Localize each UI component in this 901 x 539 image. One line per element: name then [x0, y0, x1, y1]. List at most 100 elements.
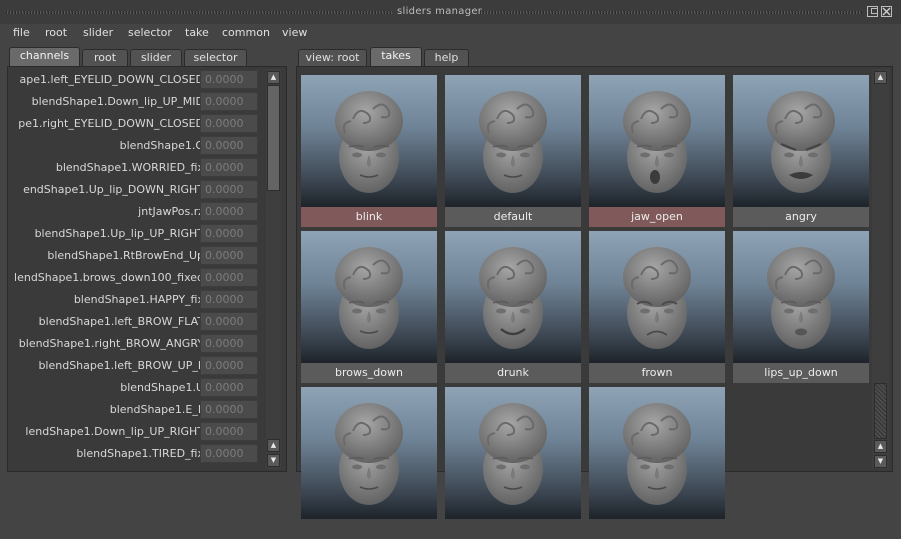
channel-name[interactable]: blendShape1.HAPPY_fix [74, 293, 204, 306]
take-thumbnail[interactable]: angry [733, 75, 869, 227]
take-thumbnail[interactable]: blink [301, 75, 437, 227]
channel-row[interactable]: blendShape1.RtBrowEnd_Up 0.0000 [8, 245, 266, 267]
triangle-down-icon[interactable]: ▼ [267, 454, 280, 467]
take-thumbnail[interactable]: frown [589, 231, 725, 383]
take-thumbnail[interactable] [301, 387, 437, 539]
channel-row[interactable]: blendShape1.E_L 0.0000 [8, 399, 266, 421]
take-preview-image[interactable] [445, 387, 581, 519]
take-thumbnail[interactable] [589, 387, 725, 539]
close-icon[interactable] [881, 6, 892, 17]
channel-name[interactable]: lendShape1.brows_down100_fixed [14, 271, 204, 284]
take-label[interactable]: angry [733, 207, 869, 227]
channel-value-field[interactable]: 0.0000 [200, 312, 258, 331]
channel-value-field[interactable]: 0.0000 [200, 422, 258, 441]
channels-scrollbar[interactable]: ▲ ▲ ▼ [266, 69, 281, 469]
channel-name[interactable]: jntJawPos.rz [138, 205, 204, 218]
menu-take[interactable]: take [185, 26, 209, 39]
tab-help[interactable]: help [424, 49, 469, 66]
channel-row[interactable]: blendShape1.HAPPY_fix 0.0000 [8, 289, 266, 311]
channel-value-field[interactable]: 0.0000 [200, 378, 258, 397]
channel-name[interactable]: blendShape1.right_BROW_ANGRY [19, 337, 204, 350]
channel-row[interactable]: jntJawPos.rz 0.0000 [8, 201, 266, 223]
take-preview-image[interactable] [733, 75, 869, 207]
tab-selector[interactable]: selector [184, 49, 247, 66]
channel-value-field[interactable]: 0.0000 [200, 70, 258, 89]
menu-file[interactable]: file [13, 26, 30, 39]
tab-slider[interactable]: slider [130, 49, 182, 66]
channel-row[interactable]: blendShape1.U 0.0000 [8, 377, 266, 399]
take-label[interactable]: lips_up_down [733, 363, 869, 383]
channel-row[interactable]: blendShape1.left_BROW_FLAT 0.0000 [8, 311, 266, 333]
take-preview-image[interactable] [733, 231, 869, 363]
menu-common[interactable]: common [222, 26, 270, 39]
take-thumbnail[interactable]: jaw_open [589, 75, 725, 227]
channel-value-field[interactable]: 0.0000 [200, 158, 258, 177]
channel-name[interactable]: blendShape1.TIRED_fix [76, 447, 204, 460]
tab-view-root[interactable]: view: root [298, 49, 367, 66]
triangle-up-icon[interactable]: ▲ [874, 71, 887, 84]
take-preview-image[interactable] [445, 231, 581, 363]
channel-row[interactable]: pe1.right_EYELID_DOWN_CLOSED 0.0000 [8, 113, 266, 135]
channel-name[interactable]: ape1.left_EYELID_DOWN_CLOSED [20, 73, 204, 86]
triangle-up-icon[interactable]: ▲ [267, 71, 280, 84]
channel-row[interactable]: endShape1.Up_lip_DOWN_RIGHT 0.0000 [8, 179, 266, 201]
channel-value-field[interactable]: 0.0000 [200, 136, 258, 155]
channel-value-field[interactable]: 0.0000 [200, 444, 258, 463]
channel-value-field[interactable]: 0.0000 [200, 180, 258, 199]
menu-view[interactable]: view [282, 26, 307, 39]
channel-name[interactable]: blendShape1.E_L [110, 403, 204, 416]
tab-takes[interactable]: takes [370, 47, 422, 66]
triangle-down-icon[interactable]: ▼ [874, 455, 887, 468]
channel-row[interactable]: blendShape1.Down_lip_UP_MID 0.0000 [8, 91, 266, 113]
channel-name[interactable]: blendShape1.U [120, 381, 204, 394]
channel-value-field[interactable]: 0.0000 [200, 114, 258, 133]
title-grip-right[interactable] [480, 11, 862, 14]
take-thumbnail[interactable]: drunk [445, 231, 581, 383]
take-preview-image[interactable] [301, 75, 437, 207]
restore-icon[interactable] [867, 6, 878, 17]
channel-value-field[interactable]: 0.0000 [200, 356, 258, 375]
take-thumbnail[interactable]: lips_up_down [733, 231, 869, 383]
title-grip-left[interactable] [6, 11, 392, 14]
channel-value-field[interactable]: 0.0000 [200, 334, 258, 353]
take-preview-image[interactable] [445, 75, 581, 207]
take-label[interactable]: drunk [445, 363, 581, 383]
tab-root[interactable]: root [82, 49, 128, 66]
menu-slider[interactable]: slider [83, 26, 113, 39]
channel-value-field[interactable]: 0.0000 [200, 202, 258, 221]
take-preview-image[interactable] [589, 387, 725, 519]
take-label[interactable]: default [445, 207, 581, 227]
channel-value-field[interactable]: 0.0000 [200, 92, 258, 111]
menu-selector[interactable]: selector [128, 26, 172, 39]
channel-value-field[interactable]: 0.0000 [200, 246, 258, 265]
channel-name[interactable]: blendShape1.O [120, 139, 204, 152]
channel-value-field[interactable]: 0.0000 [200, 224, 258, 243]
channel-row[interactable]: blendShape1.left_BROW_UP_L 0.0000 [8, 355, 266, 377]
takes-scroll-thumb[interactable] [874, 383, 887, 439]
channel-row[interactable]: blendShape1.WORRIED_fix 0.0000 [8, 157, 266, 179]
channel-value-field[interactable]: 0.0000 [200, 290, 258, 309]
channel-name[interactable]: lendShape1.Down_lip_UP_RIGHT [25, 425, 204, 438]
channel-name[interactable]: blendShape1.Down_lip_UP_MID [32, 95, 204, 108]
tab-channels[interactable]: channels [9, 47, 80, 66]
take-preview-image[interactable] [301, 387, 437, 519]
take-label[interactable]: frown [589, 363, 725, 383]
channel-row[interactable]: lendShape1.Down_lip_UP_RIGHT 0.0000 [8, 421, 266, 443]
channel-name[interactable]: blendShape1.WORRIED_fix [56, 161, 204, 174]
channel-row[interactable]: blendShape1.TIRED_fix 0.0000 [8, 443, 266, 465]
channel-name[interactable]: endShape1.Up_lip_DOWN_RIGHT [23, 183, 204, 196]
channel-name[interactable]: blendShape1.Up_lip_UP_RIGHT [35, 227, 204, 240]
channels-scroll-thumb[interactable] [267, 85, 280, 191]
channel-name[interactable]: blendShape1.RtBrowEnd_Up [47, 249, 204, 262]
triangle-up-icon[interactable]: ▲ [874, 440, 887, 453]
take-label[interactable]: blink [301, 207, 437, 227]
channel-name[interactable]: blendShape1.left_BROW_FLAT [39, 315, 204, 328]
channel-row[interactable]: lendShape1.brows_down100_fixed 0.0000 [8, 267, 266, 289]
take-thumbnail[interactable] [445, 387, 581, 539]
channel-value-field[interactable]: 0.0000 [200, 400, 258, 419]
channel-value-field[interactable]: 0.0000 [200, 268, 258, 287]
channel-name[interactable]: pe1.right_EYELID_DOWN_CLOSED [18, 117, 204, 130]
take-preview-image[interactable] [301, 231, 437, 363]
channel-row[interactable]: blendShape1.Up_lip_UP_RIGHT 0.0000 [8, 223, 266, 245]
take-label[interactable]: jaw_open [589, 207, 725, 227]
